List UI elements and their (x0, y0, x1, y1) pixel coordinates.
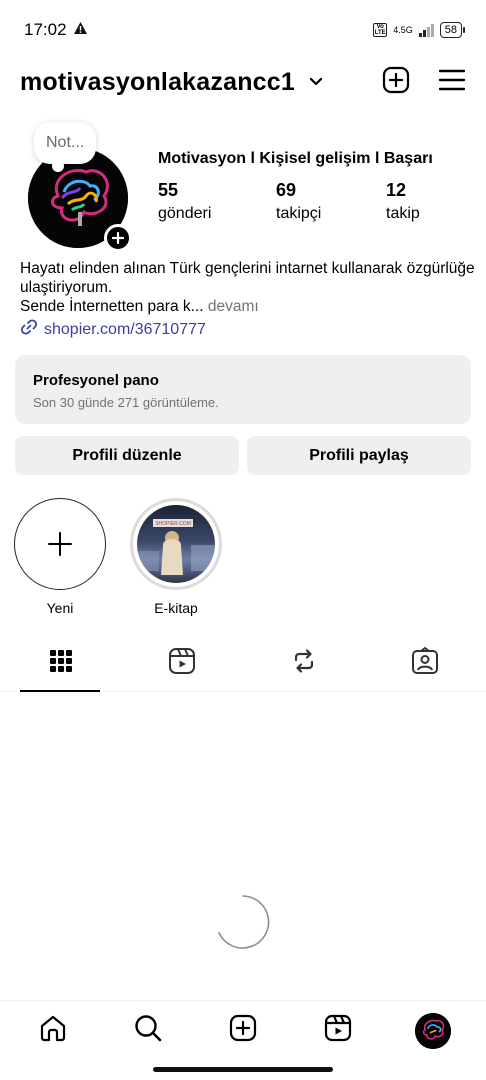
create-post-icon[interactable] (382, 66, 410, 99)
nav-search[interactable] (123, 1006, 173, 1056)
link-text: shopier.com/36710777 (44, 321, 206, 338)
profile-actions: Profili düzenle Profili paylaş (15, 436, 471, 475)
username[interactable]: motivasyonlakazancc1 (20, 68, 295, 97)
nav-profile[interactable] (408, 1006, 458, 1056)
create-icon (229, 1014, 257, 1047)
reels-icon (168, 647, 196, 680)
bio-more-link[interactable]: devamı (204, 298, 259, 315)
link-icon (20, 318, 38, 341)
bio-line: Hayatı elinden alınan Türk gençlerini in… (20, 260, 475, 296)
warning-icon (73, 20, 88, 40)
highlight-cover[interactable]: SHOPIER.COM (130, 498, 222, 590)
tab-posts-grid[interactable] (0, 636, 122, 692)
profile-avatar (414, 1012, 451, 1049)
battery-level: 58 (444, 24, 457, 36)
stat-count: 55 (158, 180, 179, 200)
volte-indicator: Vo LTE (373, 23, 388, 37)
display-name: Motivasyon l Kişisel gelişim l Başarı (158, 150, 433, 167)
nav-home[interactable] (28, 1006, 78, 1056)
status-time: 17:02 (24, 20, 67, 39)
highlight-image: SHOPIER.COM (137, 505, 215, 583)
home-indicator[interactable] (153, 1067, 333, 1072)
network-type: 4.5G (393, 24, 413, 35)
home-icon (39, 1014, 67, 1047)
stat-following[interactable]: 12 takip (386, 180, 420, 223)
profile-header: motivasyonlakazancc1 (0, 60, 486, 104)
profile-stats: 55 gönderi 69 takipçi 12 takip (158, 180, 420, 223)
dashboard-subtitle: Son 30 günde 271 görüntüleme. (33, 395, 219, 410)
add-story-icon[interactable] (104, 224, 132, 252)
highlight-image-text: SHOPIER.COM (155, 521, 191, 527)
tagged-icon (411, 647, 439, 680)
menu-icon[interactable] (438, 68, 466, 97)
profile-bio: Hayatı elinden alınan Türk gençlerini in… (20, 259, 476, 341)
highlight-ekitap[interactable]: SHOPIER.COM E-kitap (130, 498, 222, 616)
profile-content-tabs (0, 636, 486, 692)
reels-icon (324, 1014, 352, 1047)
bio-external-link[interactable]: shopier.com/36710777 (20, 318, 476, 341)
chevron-down-icon[interactable] (309, 77, 323, 87)
bottom-navigation (0, 1000, 486, 1060)
new-highlight-button[interactable] (14, 498, 106, 590)
stat-count: 69 (276, 180, 297, 200)
nav-reels[interactable] (313, 1006, 363, 1056)
profile-summary: Not... Motivasyon l Kişisel gelişim l Ba… (0, 120, 486, 260)
bio-line-truncated: Sende İnternetten para k... devamı (20, 297, 476, 316)
professional-dashboard[interactable]: Profesyonel pano Son 30 günde 271 görünt… (15, 355, 471, 424)
reposts-icon (291, 648, 317, 679)
note-text: Not... (46, 134, 85, 151)
dashboard-title: Profesyonel pano (33, 372, 159, 389)
stat-label: gönderi (158, 205, 212, 222)
tab-tagged[interactable] (365, 636, 486, 691)
tab-reposts[interactable] (243, 636, 365, 691)
status-bar: 17:02 Vo LTE 4.5G 58 (0, 0, 486, 60)
stat-label: takip (386, 205, 420, 222)
highlight-new[interactable]: Yeni (14, 498, 106, 616)
stat-posts[interactable]: 55 gönderi (158, 180, 276, 223)
note-bubble[interactable]: Not... (34, 122, 97, 172)
highlight-label: E-kitap (154, 600, 198, 616)
stat-count: 12 (386, 180, 407, 200)
search-icon (134, 1014, 162, 1047)
tab-reels[interactable] (122, 636, 244, 691)
stat-label: takipçi (276, 205, 322, 222)
nav-create[interactable] (218, 1006, 268, 1056)
story-highlights: Yeni SHOPIER.COM E-kitap (14, 498, 222, 616)
edit-profile-button[interactable]: Profili düzenle (15, 436, 239, 475)
bio-text: Sende İnternetten para k... (20, 298, 204, 315)
battery-icon: 58 (439, 22, 466, 38)
grid-icon (49, 649, 73, 678)
loading-spinner-icon (214, 893, 272, 951)
plus-icon (48, 532, 72, 556)
signal-strength-icon (418, 23, 434, 37)
share-profile-button[interactable]: Profili paylaş (247, 436, 471, 475)
stat-followers[interactable]: 69 takipçi (276, 180, 386, 223)
highlight-label: Yeni (46, 600, 74, 616)
